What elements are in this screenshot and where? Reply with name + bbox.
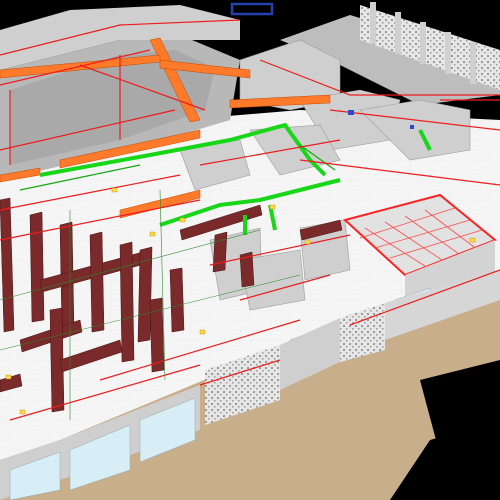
- bim-3d-model-view[interactable]: [0, 0, 500, 500]
- model-viewport[interactable]: [0, 0, 500, 500]
